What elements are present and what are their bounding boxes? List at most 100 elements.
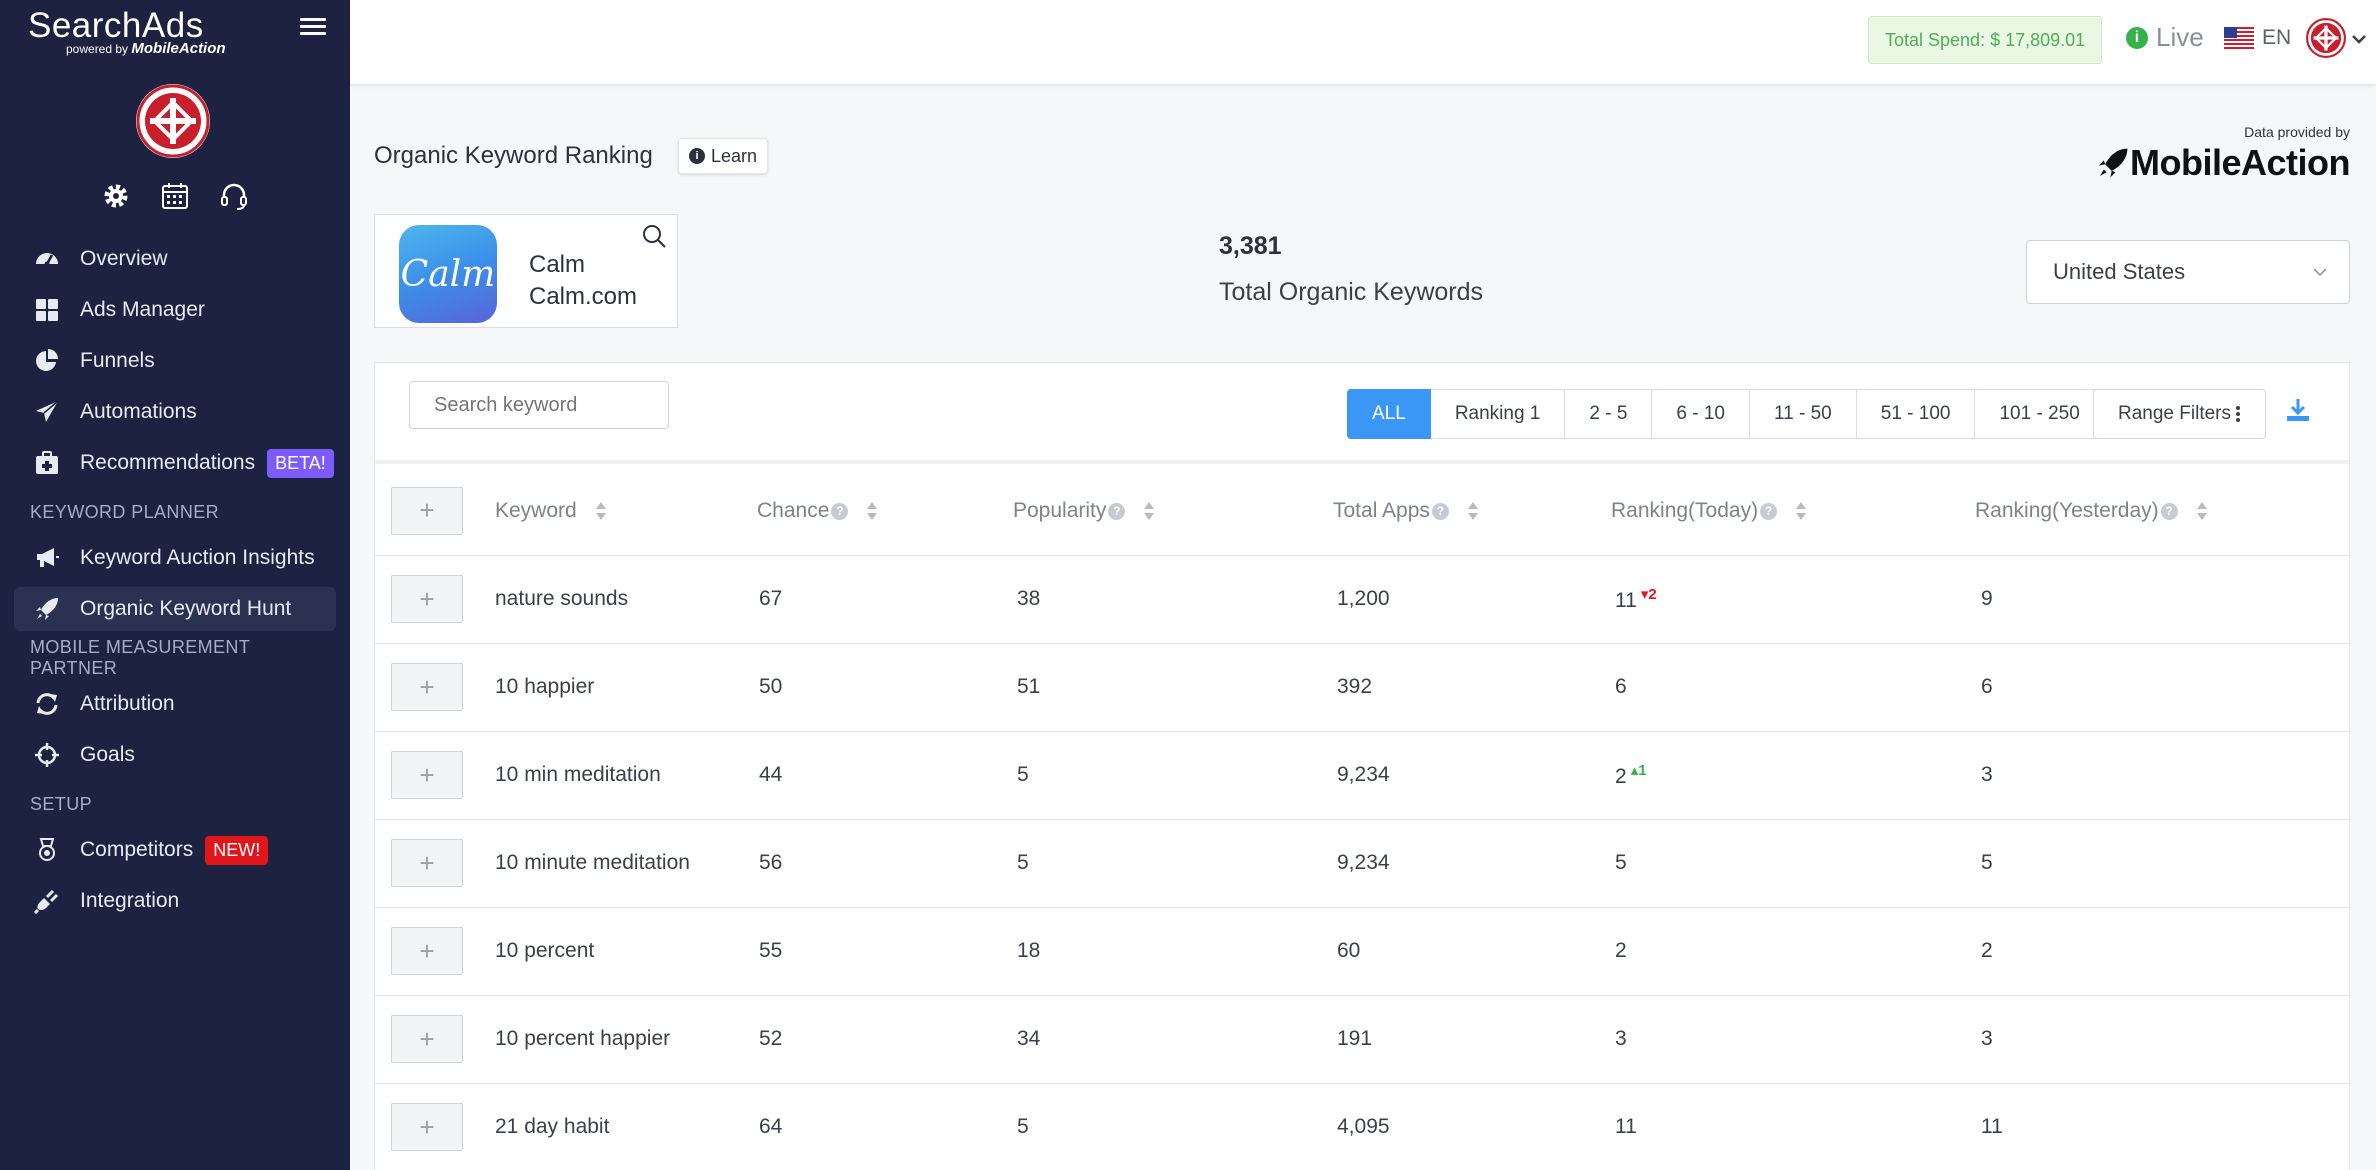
filter-ranking-1[interactable]: Ranking 1 xyxy=(1430,389,1566,439)
filter-51-100[interactable]: 51 - 100 xyxy=(1856,389,1976,439)
sidebar-item-integration[interactable]: Integration xyxy=(14,879,336,923)
pie-chart-icon xyxy=(34,348,60,374)
add-keyword-button[interactable]: + xyxy=(391,1015,463,1063)
table-row: + 10 happier 50 51 392 6 6 xyxy=(375,642,2351,731)
cell-ranking-yesterday: 3 xyxy=(1975,730,2351,819)
sort-icon xyxy=(1795,502,1806,521)
logo-powered-text: powered by xyxy=(66,42,129,56)
add-keyword-button[interactable]: + xyxy=(391,575,463,623)
add-keyword-button[interactable]: + xyxy=(391,1103,463,1152)
header-ranking-today[interactable]: Ranking(Today)? xyxy=(1611,467,1975,555)
country-value: United States xyxy=(2053,259,2186,284)
sidebar-item-overview[interactable]: Overview xyxy=(14,237,336,281)
headset-icon[interactable] xyxy=(218,180,250,212)
account-avatar[interactable] xyxy=(136,84,210,158)
sort-icon xyxy=(595,502,606,521)
cell-chance: 50 xyxy=(757,642,1013,731)
filter-101-250[interactable]: 101 - 250 xyxy=(1975,389,2105,439)
live-status[interactable]: i Live xyxy=(2126,22,2204,53)
help-icon[interactable]: ? xyxy=(831,502,849,520)
info-icon: i xyxy=(689,148,705,164)
sidebar-item-automations[interactable]: Automations xyxy=(14,390,336,434)
help-icon[interactable]: ? xyxy=(1431,502,1449,520)
total-keywords-count: 3,381 xyxy=(1219,232,1282,260)
country-select[interactable]: United States xyxy=(2026,240,2350,304)
cell-ranking-today: 3 xyxy=(1611,994,1975,1083)
search-icon[interactable] xyxy=(641,223,667,249)
mobileaction-rocket-icon xyxy=(2098,148,2128,178)
filter-all[interactable]: ALL xyxy=(1347,389,1431,439)
help-icon[interactable]: ? xyxy=(1108,502,1126,520)
sidebar-item-attribution[interactable]: Attribution xyxy=(14,682,336,726)
learn-button[interactable]: i Learn xyxy=(678,138,769,174)
searchads-logo[interactable]: SearchAds powered by MobileAction xyxy=(28,8,226,57)
paper-plane-icon xyxy=(34,399,60,425)
us-flag-icon xyxy=(2224,27,2254,49)
header-ranking-yesterday[interactable]: Ranking(Yesterday)? xyxy=(1975,467,2351,555)
add-keyword-button[interactable]: + xyxy=(391,839,463,887)
cell-total-apps: 9,234 xyxy=(1333,818,1611,907)
sidebar-item-recommendations[interactable]: Recommendations BETA! xyxy=(14,441,336,485)
sidebar-item-goals[interactable]: Goals xyxy=(14,733,336,777)
table-header-row: + Keyword Chance? Popularity? Total Apps… xyxy=(375,467,2351,555)
rank-change-value: 2 xyxy=(1648,586,1657,603)
sidebar-item-label: Automations xyxy=(80,400,197,423)
range-filters-button[interactable]: Range Filters xyxy=(2093,389,2266,439)
cell-popularity: 5 xyxy=(1013,730,1333,819)
cell-keyword: 10 happier xyxy=(495,642,757,731)
sidebar-item-organic-keyword-hunt[interactable]: Organic Keyword Hunt xyxy=(14,587,336,631)
language-selector[interactable]: EN xyxy=(2224,26,2291,50)
add-keyword-button[interactable]: + xyxy=(391,663,463,711)
live-label: Live xyxy=(2156,22,2204,52)
cell-total-apps: 4,095 xyxy=(1333,1082,1611,1170)
download-icon[interactable] xyxy=(2285,397,2311,423)
cell-popularity: 18 xyxy=(1013,906,1333,995)
logo-brand-text: MobileAction xyxy=(131,40,226,57)
sidebar-item-funnels[interactable]: Funnels xyxy=(14,339,336,383)
header-popularity[interactable]: Popularity? xyxy=(1013,467,1333,555)
table-row: + 10 percent happier 52 34 191 3 3 xyxy=(375,994,2351,1083)
app-info: Calm Calm.com xyxy=(529,249,637,313)
add-all-button[interactable]: + xyxy=(391,486,463,535)
cell-chance: 64 xyxy=(757,1082,1013,1170)
gear-icon[interactable] xyxy=(100,180,132,212)
help-icon[interactable]: ? xyxy=(2160,502,2178,520)
add-keyword-button[interactable]: + xyxy=(391,751,463,799)
calendar-icon[interactable] xyxy=(159,180,191,212)
selected-app-card[interactable]: Calm Calm Calm.com xyxy=(374,214,678,328)
cell-total-apps: 60 xyxy=(1333,906,1611,995)
sidebar-item-competitors[interactable]: Competitors NEW! xyxy=(14,828,336,872)
header-chance-label: Chance xyxy=(757,498,830,522)
header-keyword[interactable]: Keyword xyxy=(495,467,757,555)
user-avatar[interactable] xyxy=(2306,18,2346,58)
sidebar-item-keyword-auction-insights[interactable]: Keyword Auction Insights xyxy=(14,536,336,580)
sort-icon xyxy=(2196,502,2207,521)
cell-ranking-yesterday: 3 xyxy=(1975,994,2351,1083)
sidebar-item-label: Integration xyxy=(80,889,180,912)
cell-keyword: 21 day habit xyxy=(495,1082,757,1170)
cell-ranking-today: 2 ▴1 xyxy=(1611,730,1975,819)
cell-keyword: 10 percent happier xyxy=(495,994,757,1083)
sidebar-quick-icons xyxy=(100,180,250,212)
cell-ranking-yesterday: 11 xyxy=(1975,1082,2351,1170)
sidebar-item-label: Competitors xyxy=(80,838,194,861)
help-icon[interactable]: ? xyxy=(1760,502,1778,520)
filter-11-50[interactable]: 11 - 50 xyxy=(1750,389,1857,439)
header-total-apps[interactable]: Total Apps? xyxy=(1333,467,1611,555)
add-keyword-button[interactable]: + xyxy=(391,927,463,975)
sidebar-collapse-icon[interactable] xyxy=(300,18,326,38)
cell-keyword: 10 min meditation xyxy=(495,730,757,819)
total-keywords-label: Total Organic Keywords xyxy=(1219,278,1484,306)
search-keyword-input[interactable] xyxy=(409,381,669,429)
cell-total-apps: 191 xyxy=(1333,994,1611,1083)
filter-6-10[interactable]: 6 - 10 xyxy=(1652,389,1750,439)
rank-change-value: 1 xyxy=(1638,762,1647,779)
sidebar-item-ads-manager[interactable]: Ads Manager xyxy=(14,288,336,332)
ranking-filter-group: ALL Ranking 1 2 - 5 6 - 10 11 - 50 51 - … xyxy=(1347,389,2105,439)
header-chance[interactable]: Chance? xyxy=(757,467,1013,555)
cell-ranking-yesterday: 9 xyxy=(1975,554,2351,643)
chevron-down-icon[interactable] xyxy=(2350,30,2368,48)
cell-total-apps: 392 xyxy=(1333,642,1611,731)
filter-2-5[interactable]: 2 - 5 xyxy=(1565,389,1653,439)
topbar: Total Spend: $ 17,809.01 i Live EN xyxy=(350,0,2376,84)
